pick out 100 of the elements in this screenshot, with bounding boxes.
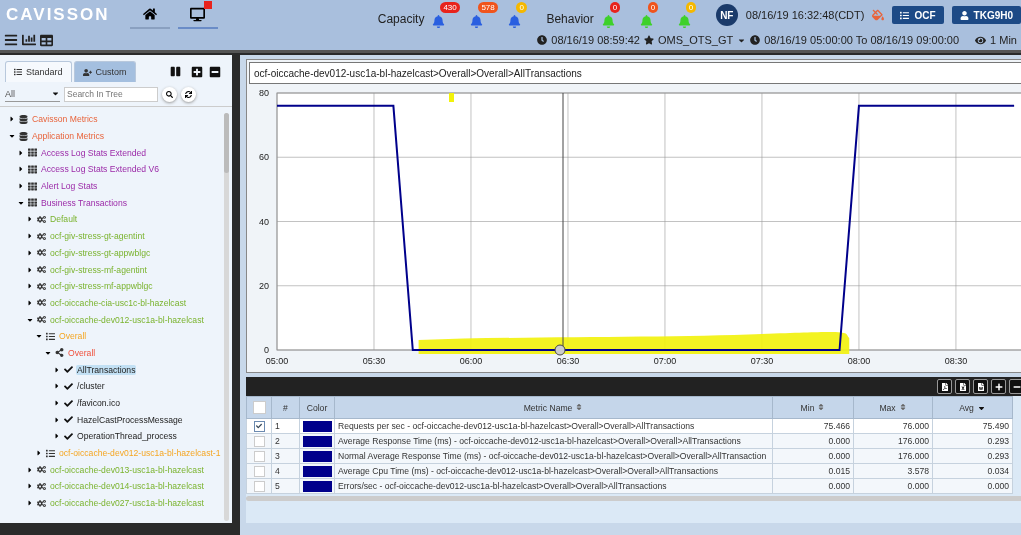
expand-caret-icon[interactable] [53,415,61,424]
alert-count: 430 [440,2,460,13]
expand-all-icon[interactable] [191,65,203,78]
minus-icon[interactable] [1009,379,1021,394]
y-tick-label: 0 [264,345,269,355]
interval-dropdown[interactable]: 1 Min [990,34,1017,46]
project-button[interactable]: OCF [892,6,944,24]
grid-icon [28,181,37,191]
tree-item[interactable]: Access Log Stats Extended [40,147,148,158]
table-icon[interactable] [40,33,53,47]
pdf-icon[interactable] [937,379,952,394]
x-tick-label: 08:00 [847,356,871,366]
bell-icon[interactable]: 430 [432,2,463,28]
row-checkbox[interactable] [253,420,265,432]
row-checkbox[interactable] [253,480,265,492]
bell-icon[interactable]: 0 [639,2,670,28]
scrollbar[interactable] [224,113,229,521]
expand-caret-icon[interactable] [26,465,34,474]
column-header[interactable]: Avg [932,396,1013,419]
star-icon [644,35,654,45]
tree-item[interactable]: /cluster [76,381,106,392]
expand-caret-icon[interactable] [26,232,34,241]
tree-item[interactable]: Business Transactions [40,197,128,208]
check-icon [64,398,73,408]
sort-icon[interactable] [817,402,826,411]
gears-icon [37,231,46,241]
expand-caret-icon[interactable] [26,248,34,257]
expand-caret-icon[interactable] [26,265,34,274]
expand-caret-icon[interactable] [8,115,16,124]
refresh-icon[interactable] [181,86,196,102]
tree-item[interactable]: /favicon.ico [76,398,121,409]
profile-dropdown[interactable]: OMS_OTS_GT [658,34,734,46]
pause-icon[interactable] [170,66,181,77]
expand-caret-icon[interactable] [26,215,34,224]
row-checkbox[interactable] [253,435,265,447]
tree-item[interactable]: Access Log Stats Extended V6 [40,164,160,175]
tree-item[interactable]: OperationThread_process [76,431,178,442]
expand-caret-icon[interactable] [26,499,34,508]
column-header[interactable]: Min [772,396,854,419]
tree-item[interactable]: Application Metrics [31,131,106,142]
gears-icon [37,481,46,491]
user-avatar[interactable]: NF [715,4,738,26]
expand-caret-icon[interactable] [35,449,43,458]
gears-icon [37,465,46,475]
word-icon[interactable] [973,379,988,394]
expand-caret-icon[interactable] [53,365,61,374]
plus-icon[interactable] [991,379,1006,394]
search-icon[interactable] [162,86,177,102]
list-icon [14,68,22,76]
user-button[interactable]: TKG9H0 [951,6,1021,24]
collapse-all-icon[interactable] [209,65,221,78]
x-tick-label: 07:30 [750,356,774,366]
bell-icon[interactable]: 0 [601,2,632,28]
sidebar-tab[interactable]: Standard [5,61,72,82]
excel-icon[interactable] [955,379,970,394]
sort-icon[interactable] [898,402,907,411]
crosshair-marker [554,344,566,356]
eye-icon [975,34,987,46]
menu-icon[interactable] [4,33,18,47]
tree-item[interactable]: AllTransactions [76,364,137,375]
expand-caret-icon[interactable] [53,432,61,441]
expand-caret-icon[interactable] [53,399,61,408]
highlight-mark [449,93,454,102]
tree-item[interactable]: Overall [67,347,97,358]
sidebar-tab[interactable]: Custom [73,61,136,82]
tree-item[interactable]: Alert Log Stats [40,181,99,192]
search-field[interactable]: Search In Tree [64,86,158,102]
expand-caret-icon[interactable] [17,182,25,191]
select-all-checkbox[interactable] [252,401,266,414]
column-header[interactable]: Metric Name [334,396,773,419]
gears-icon [37,281,46,291]
bell-icon[interactable]: 578 [470,2,501,28]
alert-count: 0 [685,2,697,13]
sort-icon[interactable] [575,402,584,411]
tree-item[interactable]: Cavisson Metrics [31,114,99,125]
gears-icon [37,298,46,308]
expand-caret-icon[interactable] [17,148,25,157]
tree-item[interactable]: HazelCastProcessMessage [76,414,184,425]
row-checkbox[interactable] [253,465,265,477]
time-range[interactable]: 08/16/19 05:00:00 To 08/16/19 09:00:00 [764,34,960,46]
expand-caret-icon[interactable] [26,482,34,491]
expand-caret-icon[interactable] [26,298,34,307]
expand-caret-icon[interactable] [26,282,34,291]
filter-dropdown[interactable]: All [5,86,60,102]
x-tick-label: 07:00 [653,356,677,366]
list-icon [46,331,55,341]
bell-glyph-icon [601,15,615,28]
expand-caret-icon[interactable] [53,382,61,391]
column-header[interactable]: Max [853,396,933,419]
column-header[interactable]: Color [299,396,335,419]
column-header[interactable]: # [271,396,300,419]
x-tick-label: 08:30 [944,356,968,366]
x-tick-label: 05:30 [362,356,386,366]
scrollbar[interactable] [246,496,1021,501]
y-tick-label: 60 [259,152,269,163]
row-checkbox[interactable] [253,450,265,462]
chart-icon[interactable] [22,33,36,47]
expand-caret-icon[interactable] [17,165,25,174]
user-icon [959,10,969,20]
alert-group-label: Capacity [377,12,425,26]
